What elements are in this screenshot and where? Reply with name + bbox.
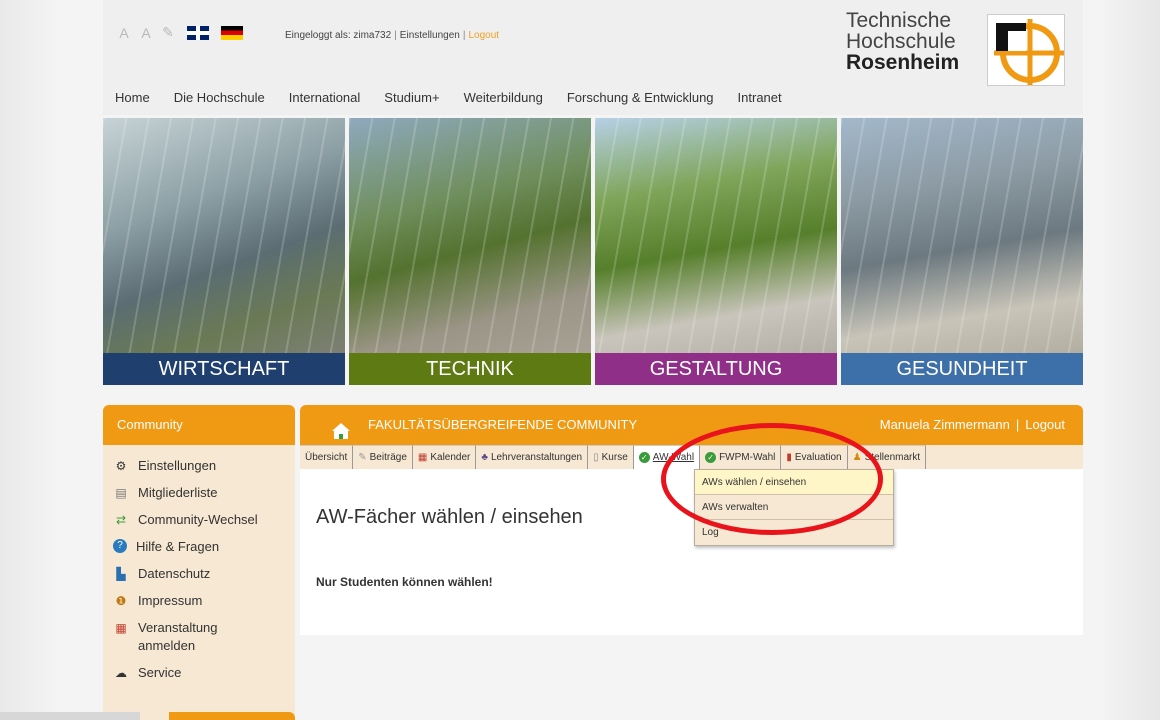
banner-panel-gestaltung[interactable]: GESTALTUNG (595, 118, 837, 385)
settings-link[interactable]: Einstellungen (400, 30, 460, 41)
pin-icon[interactable]: ✎ (161, 24, 175, 41)
main-nav: Home Die Hochschule International Studiu… (115, 90, 806, 105)
sidebar-item-label: Impressum (138, 593, 203, 608)
sidebar-item-label: Community-Wechsel (138, 512, 258, 527)
tab-uebersicht[interactable]: Übersicht (300, 445, 354, 469)
banner-label: GESTALTUNG (595, 353, 837, 385)
nav-home[interactable]: Home (115, 90, 150, 105)
nav-intranet[interactable]: Intranet (738, 90, 782, 105)
calendar-icon: ▦ (417, 451, 428, 463)
sidebar-item-label: Mitgliederliste (138, 485, 218, 500)
sidebar-item-mitgliederliste[interactable]: ▤ Mitgliederliste (103, 484, 295, 502)
home-icon[interactable] (331, 416, 351, 439)
user-name[interactable]: Manuela Zimmermann (880, 417, 1010, 432)
sidebar-item-einstellungen[interactable]: ⚙ Einstellungen (103, 457, 295, 475)
sidebar-item-veranstaltung[interactable]: ▦ Veranstaltung anmelden (103, 619, 295, 655)
banner-panel-gesundheit[interactable]: GESUNDHEIT (841, 118, 1083, 385)
privacy-icon: ▙ (116, 567, 126, 581)
switch-icon: ⇄ (115, 513, 127, 527)
banner-label: TECHNIK (349, 353, 591, 385)
sidebar-item-service[interactable]: ☁ Service (103, 664, 295, 682)
banner-panel-technik[interactable]: TECHNIK (349, 118, 591, 385)
course-icon: ▯ (593, 451, 599, 463)
user-info: Manuela Zimmermann | Logout (879, 417, 1065, 432)
sidebar-item-impressum[interactable]: ❶ Impressum (103, 592, 295, 610)
notice-text: Nur Studenten können wählen! (316, 575, 493, 589)
sidebar-item-label: Service (138, 665, 182, 680)
logout-link[interactable]: Logout (468, 30, 499, 41)
nav-studium[interactable]: Studium+ (384, 90, 439, 105)
sidebar-item-label: Veranstaltung anmelden (138, 620, 218, 653)
zoom-in-icon[interactable]: A (139, 25, 153, 41)
logo-line-1: Technische (846, 9, 952, 32)
banner-label: WIRTSCHAFT (103, 353, 345, 385)
sidebar-item-label: Einstellungen (138, 458, 217, 473)
courses-icon: ♣ (481, 451, 488, 463)
nav-international[interactable]: International (289, 90, 361, 105)
login-status: Eingeloggt als: zima732 (285, 30, 392, 41)
info-icon: ❶ (115, 594, 127, 608)
window-edge (0, 712, 140, 720)
faculty-banner: WIRTSCHAFT TECHNIK GESTALTUNG GESUNDHEIT (103, 118, 1083, 385)
tab-kurse[interactable]: ▯ Kurse (588, 445, 634, 469)
login-info: Eingeloggt als: zima732 | Einstellungen | Lo… (285, 30, 500, 41)
banner-panel-wirtschaft[interactable]: WIRTSCHAFT (103, 118, 345, 385)
logo-text: Technische Hochschule Rosenheim (846, 10, 959, 73)
zoom-out-icon[interactable]: A (117, 25, 131, 41)
check-icon: ✓ (638, 452, 650, 463)
site-header: A A ✎ Eingeloggt als: zima732 | Einstellun… (103, 0, 1083, 115)
tab-kalender[interactable]: ▦ Kalender (412, 445, 477, 469)
service-icon: ☁ (115, 666, 127, 680)
logo-mark-icon (987, 14, 1065, 86)
highlight-ellipse (661, 423, 883, 535)
uk-flag-icon[interactable] (187, 25, 209, 40)
posts-icon: ✎ (358, 451, 367, 463)
calendar-icon: ▦ (115, 621, 127, 635)
page-title: AW-Fächer wählen / einsehen (316, 506, 583, 528)
sidebar-item-label: Hilfe & Fragen (136, 539, 220, 554)
sidebar: Community ⚙ Einstellungen ▤ Mitgliederli… (103, 405, 295, 720)
list-icon: ▤ (115, 486, 127, 500)
sidebar-title: Community (103, 405, 295, 445)
sidebar-item-community-wechsel[interactable]: ⇄ Community-Wechsel (103, 511, 295, 529)
logo-line-2: Hochschule (846, 30, 956, 53)
banner-label: GESUNDHEIT (841, 353, 1083, 385)
nav-hochschule[interactable]: Die Hochschule (174, 90, 265, 105)
nav-forschung[interactable]: Forschung & Entwicklung (567, 90, 714, 105)
logo[interactable]: Technische Hochschule Rosenheim (846, 10, 1066, 88)
nav-weiterbildung[interactable]: Weiterbildung (464, 90, 543, 105)
page: A A ✎ Eingeloggt als: zima732 | Einstellun… (103, 0, 1083, 720)
sidebar-item-hilfe[interactable]: ? Hilfe & Fragen (103, 538, 295, 556)
german-flag-icon[interactable] (221, 25, 243, 40)
sidebar-item-label: Datenschutz (138, 566, 211, 581)
tab-lehrveranstaltungen[interactable]: ♣ Lehrveranstaltungen (476, 445, 589, 469)
user-logout-link[interactable]: Logout (1025, 417, 1065, 432)
top-tools: A A ✎ (117, 24, 243, 41)
gear-icon: ⚙ (115, 459, 127, 473)
help-icon: ? (113, 539, 127, 553)
sidebar-item-datenschutz[interactable]: ▙ Datenschutz (103, 565, 295, 583)
community-title: FAKULTÄTSÜBERGREIFENDE COMMUNITY (368, 417, 638, 432)
logo-line-3: Rosenheim (846, 51, 960, 74)
tab-beitraege[interactable]: ✎ Beiträge (353, 445, 413, 469)
